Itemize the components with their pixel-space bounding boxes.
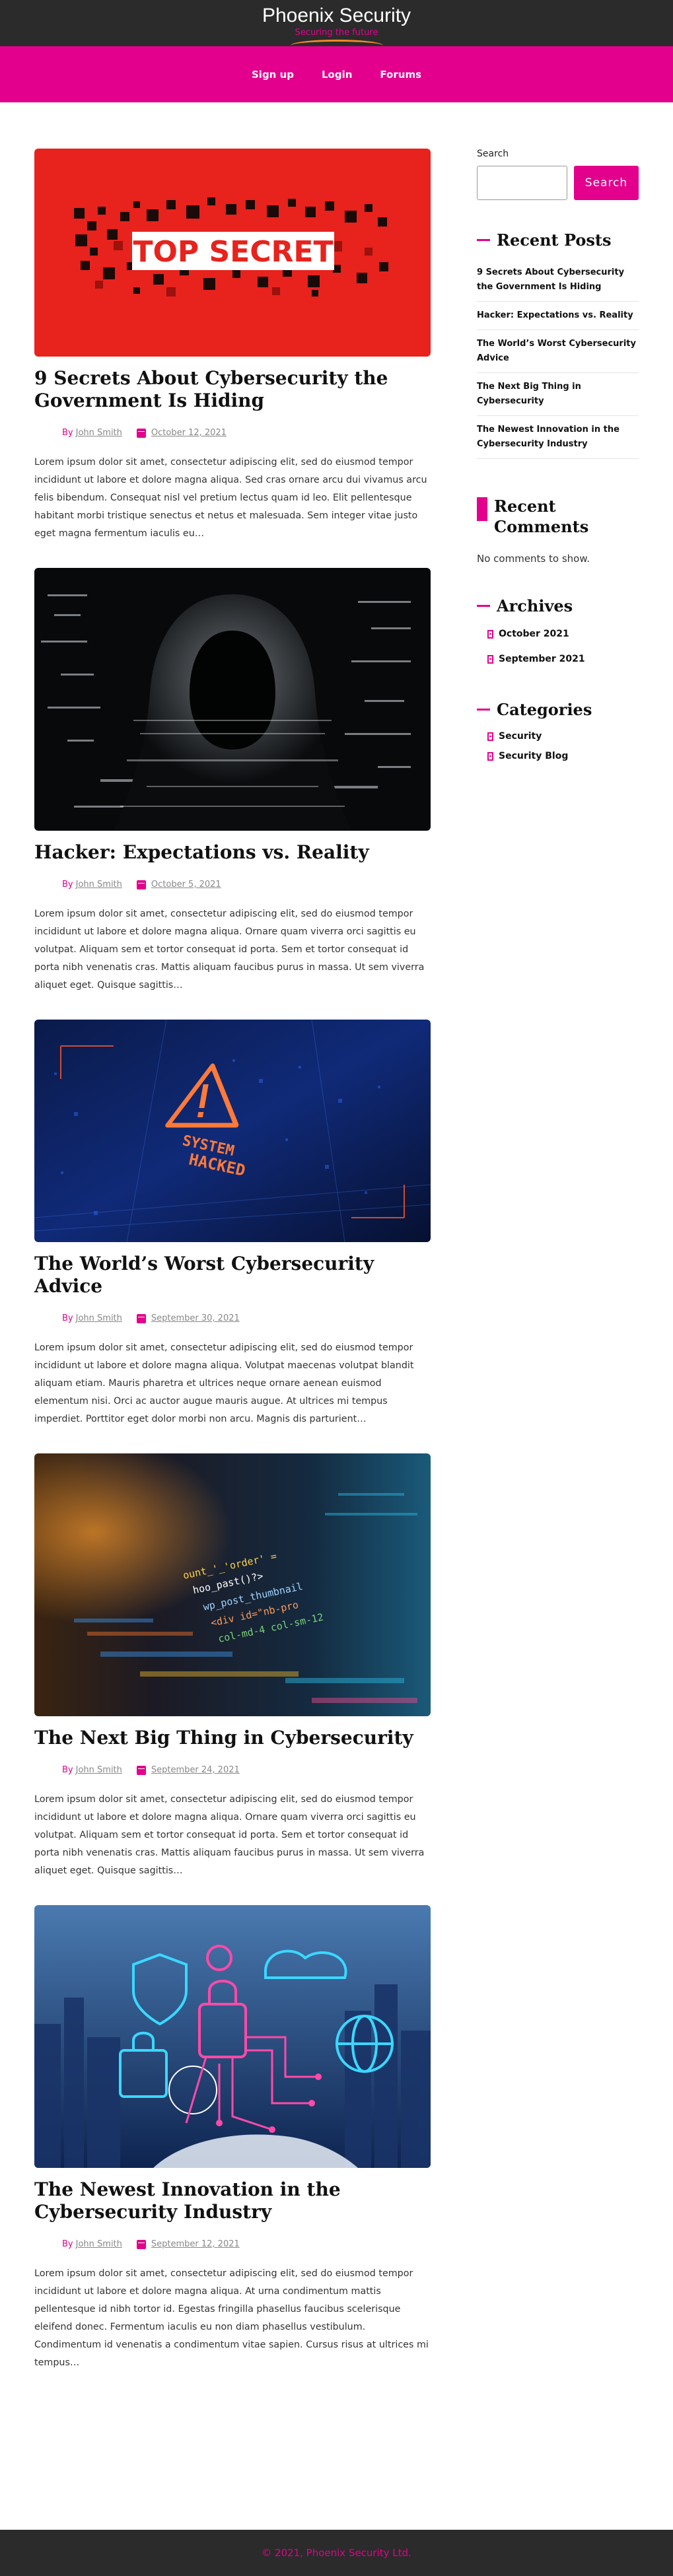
recent-post-link[interactable]: 9 Secrets About Cybersecurity the Govern… xyxy=(477,259,639,302)
widget-title: Recent Posts xyxy=(477,230,639,250)
title-accent xyxy=(477,497,487,521)
category-label: Security Blog xyxy=(499,751,569,761)
archives-title: Archives xyxy=(497,596,573,615)
search-widget: Search Search xyxy=(477,149,639,200)
author-link[interactable]: John Smith xyxy=(76,1313,122,1323)
title-accent xyxy=(477,239,490,241)
post-thumbnail-top-secret[interactable]: TOP SECRET xyxy=(34,149,431,357)
post-title[interactable]: The Next Big Thing in Cybersecurity xyxy=(34,1727,431,1749)
categories-title: Categories xyxy=(497,700,592,719)
calendar-icon xyxy=(136,1313,146,1323)
category-link[interactable]: Security xyxy=(477,731,639,742)
site-tagline: Securing the future xyxy=(295,28,378,38)
title-accent xyxy=(477,605,490,607)
author-link[interactable]: John Smith xyxy=(76,880,122,889)
recent-post-link[interactable]: The Newest Innovation in the Cybersecuri… xyxy=(477,416,639,459)
recent-comments-title-line: Comments xyxy=(494,517,589,536)
archive-label: September 2021 xyxy=(499,654,585,664)
post-meta: By John Smith September 12, 2021 xyxy=(34,2239,431,2249)
post-title[interactable]: Hacker: Expectations vs. Reality xyxy=(34,841,431,864)
archives-widget: Archives October 2021 September 2021 xyxy=(477,596,639,664)
nav-login-link[interactable]: Login xyxy=(308,69,366,81)
nav-forums-link[interactable]: Forums xyxy=(366,69,435,81)
post-meta: By John Smith October 5, 2021 xyxy=(34,880,431,889)
post-card: TOP SECRET 9 Secrets About Cybersecurity… xyxy=(34,149,431,543)
title-accent xyxy=(477,709,490,711)
calendar-icon xyxy=(136,428,146,438)
site-title[interactable]: Phoenix Security xyxy=(0,4,673,28)
post-thumbnail-hacker[interactable] xyxy=(34,568,431,831)
recent-posts-title: Recent Posts xyxy=(497,230,612,250)
search-input[interactable] xyxy=(477,166,567,200)
archive-link[interactable]: October 2021 xyxy=(477,629,639,639)
top-secret-image-text: TOP SECRET xyxy=(133,235,334,269)
post-meta: By John Smith September 30, 2021 xyxy=(34,1313,431,1323)
main-nav: Sign up Login Forums xyxy=(0,46,673,102)
recent-comments-widget: Recent Comments No comments to show. xyxy=(477,496,639,565)
page-icon xyxy=(487,751,493,761)
byline-label: By xyxy=(62,880,73,889)
search-label: Search xyxy=(477,149,509,159)
post-thumbnail-innovation[interactable] xyxy=(34,1905,431,2168)
widget-title: Archives xyxy=(477,596,639,615)
recent-post-link[interactable]: Hacker: Expectations vs. Reality xyxy=(477,302,639,330)
byline-label: By xyxy=(62,2239,73,2249)
post-title[interactable]: The Newest Innovation in the Cybersecuri… xyxy=(34,2178,431,2223)
post-title[interactable]: The World’s Worst Cybersecurity Advice xyxy=(34,1253,431,1298)
post-excerpt: Lorem ipsum dolor sit amet, consectetur … xyxy=(34,1342,414,1424)
search-button[interactable]: Search xyxy=(574,166,639,200)
recent-posts-widget: Recent Posts 9 Secrets About Cybersecuri… xyxy=(477,230,639,459)
post-excerpt: Lorem ipsum dolor sit amet, consectetur … xyxy=(34,457,427,539)
post-date-link[interactable]: September 30, 2021 xyxy=(151,1313,240,1323)
calendar-icon xyxy=(136,880,146,889)
post-thumbnail-system-hacked[interactable]: SYSTEM HACKED xyxy=(34,1020,431,1242)
author-link[interactable]: John Smith xyxy=(76,1765,122,1775)
categories-widget: Categories Security Security Blog xyxy=(477,700,639,761)
post-card: SYSTEM HACKED The World’s Worst Cybersec… xyxy=(34,1020,431,1428)
author-link[interactable]: John Smith xyxy=(76,428,122,438)
widget-title: Categories xyxy=(477,700,639,719)
byline-label: By xyxy=(62,1765,73,1775)
page-icon xyxy=(487,629,493,639)
post-date-link[interactable]: October 5, 2021 xyxy=(151,880,221,889)
no-comments-text: No comments to show. xyxy=(477,553,590,565)
post-excerpt: Lorem ipsum dolor sit amet, consectetur … xyxy=(34,2268,429,2368)
byline-label: By xyxy=(62,1313,73,1323)
nav-signup-link[interactable]: Sign up xyxy=(238,69,308,81)
post-date-link[interactable]: October 12, 2021 xyxy=(151,428,227,438)
recent-post-link[interactable]: The Next Big Thing in Cybersecurity xyxy=(477,373,639,416)
post-date-link[interactable]: September 12, 2021 xyxy=(151,2239,240,2249)
post-date-link[interactable]: September 24, 2021 xyxy=(151,1765,240,1775)
archive-label: October 2021 xyxy=(499,629,569,639)
header-accent-arc xyxy=(291,40,383,52)
category-link[interactable]: Security Blog xyxy=(477,751,639,761)
site-footer: © 2021, Phoenix Security Ltd. xyxy=(0,2530,673,2576)
recent-comments-title-line: Recent xyxy=(494,497,556,516)
post-excerpt: Lorem ipsum dolor sit amet, consectetur … xyxy=(34,909,425,991)
post-card: Hacker: Expectations vs. Reality By John… xyxy=(34,568,431,994)
recent-post-link[interactable]: The World’s Worst Cybersecurity Advice xyxy=(477,330,639,373)
category-label: Security xyxy=(499,731,542,742)
post-card: ount_'_'order' = hoo_past()?> wp_post_th… xyxy=(34,1453,431,1880)
calendar-icon xyxy=(136,1765,146,1775)
post-title[interactable]: 9 Secrets About Cybersecurity the Govern… xyxy=(34,367,431,412)
page-icon xyxy=(487,654,493,664)
widget-title: Recent Comments xyxy=(477,496,639,537)
post-excerpt: Lorem ipsum dolor sit amet, consectetur … xyxy=(34,1794,425,1876)
post-list: TOP SECRET 9 Secrets About Cybersecurity… xyxy=(34,149,431,2372)
site-header: Phoenix Security Securing the future xyxy=(0,0,673,46)
copyright-text: © 2021, Phoenix Security Ltd. xyxy=(262,2547,411,2559)
byline-label: By xyxy=(62,428,73,438)
calendar-icon xyxy=(136,2239,146,2249)
sidebar: Search Search Recent Posts 9 Secrets Abo… xyxy=(477,149,639,761)
post-meta: By John Smith October 12, 2021 xyxy=(34,428,431,438)
post-thumbnail-code[interactable]: ount_'_'order' = hoo_past()?> wp_post_th… xyxy=(34,1453,431,1716)
post-card: The Newest Innovation in the Cybersecuri… xyxy=(34,1905,431,2372)
content-area: TOP SECRET 9 Secrets About Cybersecurity… xyxy=(0,102,673,2530)
post-meta: By John Smith September 24, 2021 xyxy=(34,1765,431,1775)
archive-link[interactable]: September 2021 xyxy=(477,654,639,664)
author-link[interactable]: John Smith xyxy=(76,2239,122,2249)
page-icon xyxy=(487,732,493,741)
